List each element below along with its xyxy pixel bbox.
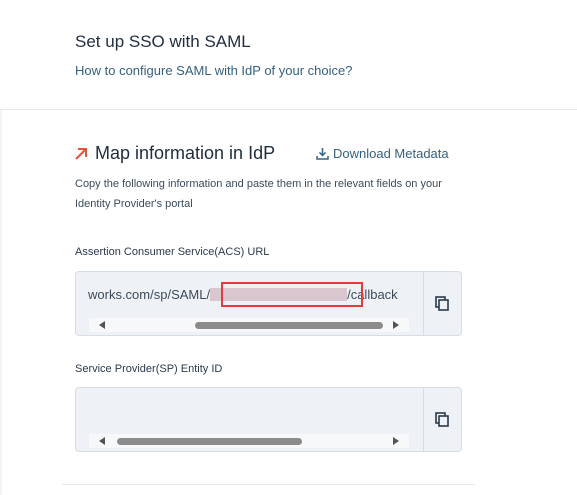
- acs-url-label: Assertion Consumer Service(ACS) URL: [75, 246, 270, 258]
- sp-entity-id-field[interactable]: [75, 387, 462, 452]
- horizontal-scrollbar[interactable]: [89, 434, 409, 448]
- horizontal-scrollbar[interactable]: [89, 318, 409, 332]
- download-label: Download Metadata: [333, 146, 449, 161]
- left-edge: [0, 110, 2, 495]
- copy-icon[interactable]: [433, 294, 451, 312]
- section-description: Copy the following information and paste…: [75, 178, 442, 210]
- section-header: Map information in IdP: [73, 143, 275, 164]
- download-icon: [316, 147, 329, 160]
- download-metadata-link[interactable]: Download Metadata: [316, 146, 449, 161]
- sp-entity-id-label: Service Provider(SP) Entity ID: [75, 363, 223, 375]
- acs-url-prefix: works.com/sp/SAML/: [88, 287, 211, 302]
- page-title: Set up SSO with SAML: [75, 32, 251, 51]
- arrow-up-right-icon: [73, 146, 89, 162]
- scrollbar-thumb[interactable]: [195, 322, 383, 329]
- page-subtitle[interactable]: How to configure SAML with IdP of your c…: [75, 63, 352, 78]
- section-title: Map information in IdP: [95, 143, 276, 163]
- redaction-highlight-box: [221, 282, 363, 307]
- field-divider: [423, 272, 424, 335]
- scroll-left-icon[interactable]: [99, 437, 105, 445]
- scroll-right-icon[interactable]: [393, 437, 399, 445]
- scroll-left-icon[interactable]: [99, 321, 105, 329]
- acs-url-field[interactable]: works.com/sp/SAML//callback: [75, 271, 462, 336]
- page-header: Set up SSO with SAML How to configure SA…: [0, 0, 577, 110]
- scrollbar-thumb[interactable]: [117, 438, 302, 445]
- copy-icon[interactable]: [433, 410, 451, 428]
- field-divider: [423, 388, 424, 451]
- bottom-divider: [62, 484, 475, 485]
- scroll-right-icon[interactable]: [393, 321, 399, 329]
